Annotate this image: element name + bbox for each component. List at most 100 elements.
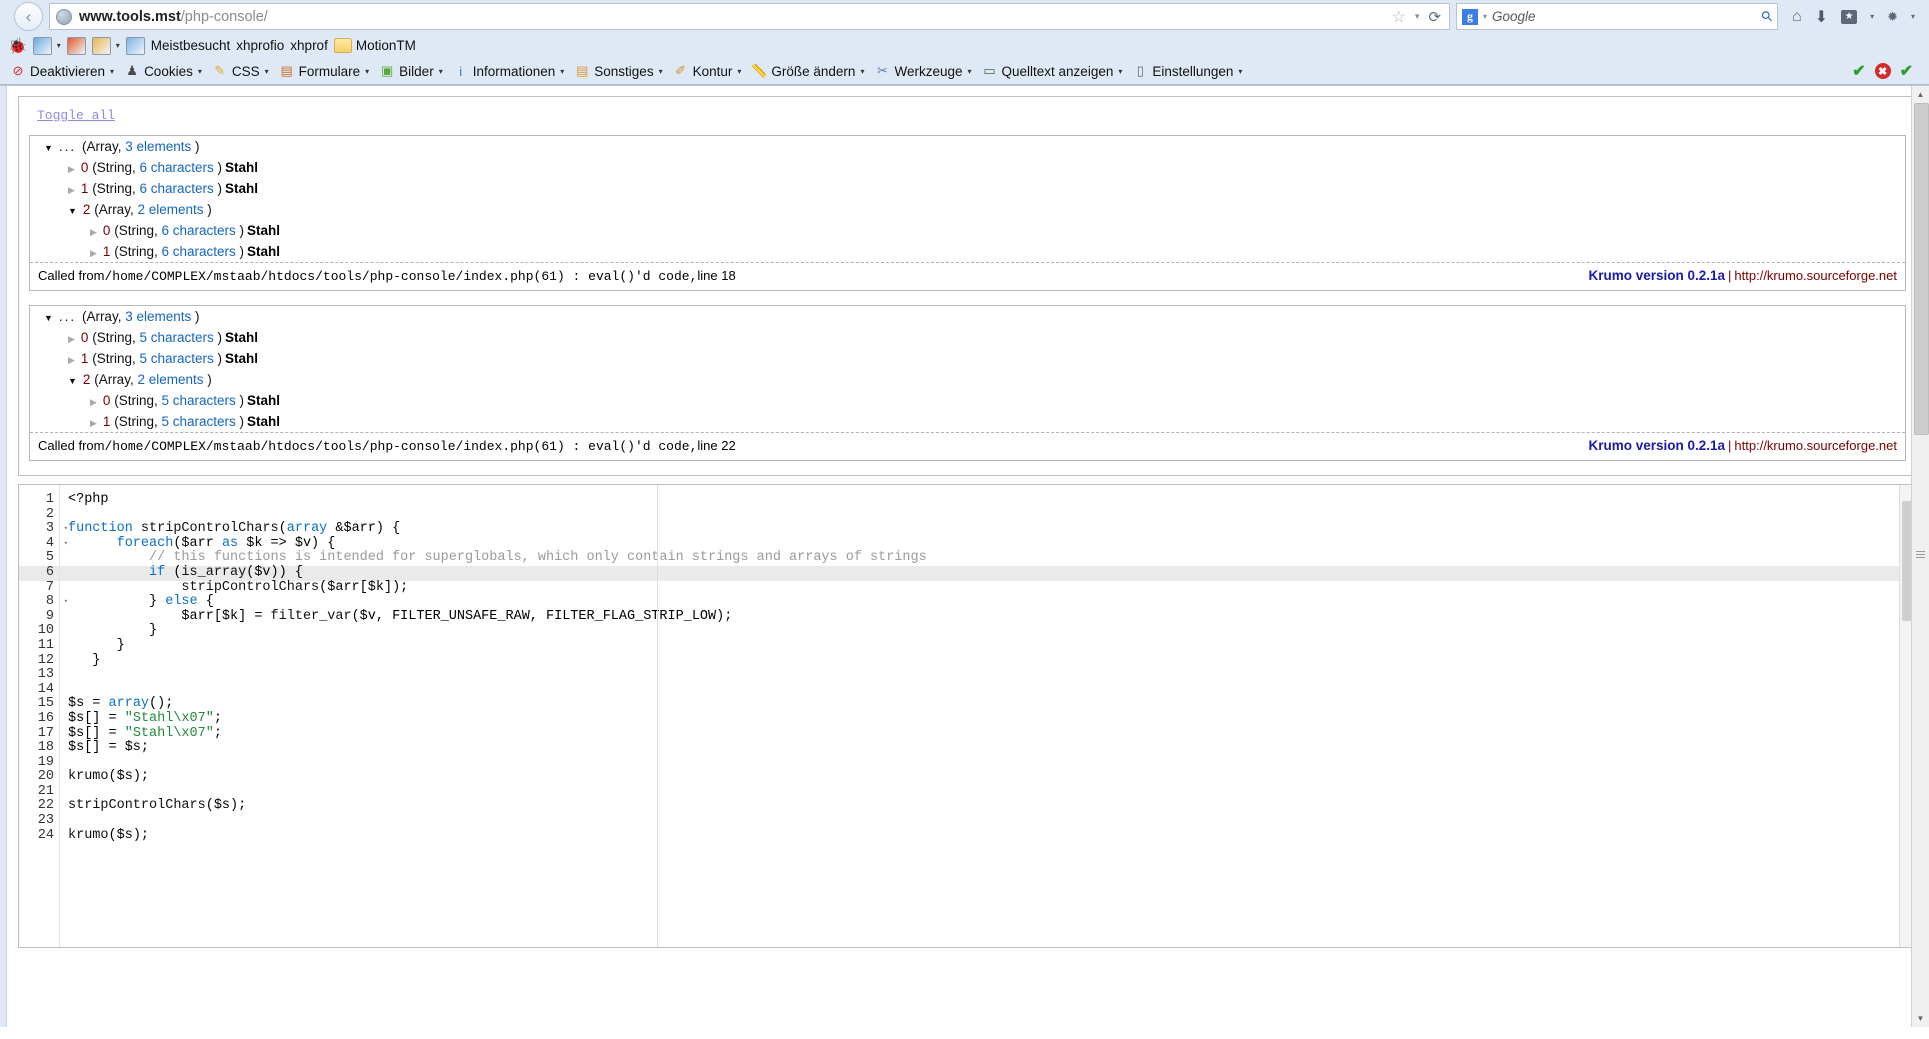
triangle-open-icon[interactable]: ▼ <box>44 143 53 153</box>
krumo-node[interactable]: ▶ 0 (String, 5 characters ) Stahl <box>30 327 1905 348</box>
chevron-down-icon[interactable]: ▾ <box>1415 12 1420 21</box>
page-scrollbar[interactable]: ▲ ▼ <box>1911 86 1929 1027</box>
triangle-closed-icon[interactable]: ▶ <box>68 334 75 345</box>
triangle-closed-icon[interactable]: ▶ <box>90 397 97 408</box>
code-line[interactable]: krumo($s); <box>60 769 1916 785</box>
code-line[interactable]: stripControlChars($arr[$k]); <box>60 580 1916 596</box>
krumo-url[interactable]: http://krumo.sourceforge.net <box>1734 268 1897 283</box>
krumo-url[interactable]: http://krumo.sourceforge.net <box>1734 438 1897 453</box>
code-line[interactable]: function stripControlChars(array &$arr) … <box>60 521 1916 537</box>
devbar-images[interactable]: ▣ Bilder ▾ <box>375 63 447 79</box>
triangle-closed-icon[interactable]: ▶ <box>90 227 97 238</box>
code-line[interactable]: } else { <box>60 594 1916 610</box>
html-valid-icon[interactable]: ✔ <box>1852 61 1865 81</box>
chevron-down-icon[interactable]: ▾ <box>116 41 120 50</box>
chevron-down-icon[interactable]: ▾ <box>110 67 114 76</box>
editor-code-area[interactable]: <?php function stripControlChars(array &… <box>60 485 1916 947</box>
krumo-node[interactable]: ▼ 2 (Array, 2 elements ) <box>30 199 1905 220</box>
code-line[interactable]: stripControlChars($s); <box>60 799 1916 814</box>
bookmark-item-motiontm[interactable]: MotionTM <box>333 38 416 53</box>
triangle-open-icon[interactable]: ▼ <box>68 206 77 216</box>
chevron-down-icon[interactable]: ▾ <box>659 67 663 76</box>
chevron-down-icon[interactable]: ▾ <box>365 67 369 76</box>
search-input-placeholder[interactable]: Google <box>1492 9 1536 24</box>
code-line[interactable] <box>60 668 1916 683</box>
devbar-disable[interactable]: ⊘ Deaktivieren ▾ <box>6 63 118 79</box>
download-icon[interactable]: ⬇ <box>1815 7 1828 27</box>
code-line[interactable]: krumo($s); <box>60 828 1916 844</box>
triangle-open-icon[interactable]: ▼ <box>44 313 53 323</box>
devbar-info[interactable]: i Informationen ▾ <box>449 63 569 79</box>
code-line[interactable]: <?php <box>60 492 1916 508</box>
code-line[interactable]: foreach($arr as $k => $v) { <box>60 536 1916 552</box>
home-icon[interactable]: ⌂ <box>1792 8 1802 26</box>
scroll-down-arrow-icon[interactable]: ▼ <box>1912 1010 1929 1027</box>
reload-icon[interactable]: ⟳ <box>1428 8 1441 26</box>
krumo-node[interactable]: ▶ 0 (String, 6 characters ) Stahl <box>30 157 1905 178</box>
addon-chevron-icon[interactable]: ▾ <box>1911 12 1915 21</box>
devbar-css[interactable]: ✎ CSS ▾ <box>208 63 273 79</box>
code-line[interactable]: $s[] = "Stahl\x07"; <box>60 711 1916 727</box>
devbar-settings[interactable]: ▯ Einstellungen ▾ <box>1128 63 1246 79</box>
code-line[interactable]: if (is_array($v)) { <box>60 565 1916 581</box>
triangle-closed-icon[interactable]: ▶ <box>68 164 75 175</box>
chevron-down-icon[interactable]: ▾ <box>1238 67 1242 76</box>
bookmark-item-table-icon[interactable]: ▾ <box>91 36 120 55</box>
krumo-version-link[interactable]: Krumo version 0.2.1a | http://krumo.source… <box>1588 438 1897 453</box>
bookmark-star-icon[interactable]: ☆ <box>1392 7 1406 27</box>
krumo-node[interactable]: ▶ 0 (String, 6 characters ) Stahl <box>30 220 1905 241</box>
krumo-node[interactable]: ▼... (Array, 3 elements ) <box>30 306 1905 327</box>
krumo-node[interactable]: ▶ 1 (String, 6 characters ) Stahl <box>30 241 1905 262</box>
chevron-down-icon[interactable]: ▾ <box>1118 67 1122 76</box>
devbar-cookie[interactable]: ♟ Cookies ▾ <box>120 63 206 79</box>
code-line[interactable]: $s[] = $s; <box>60 740 1916 756</box>
devbar-outline[interactable]: ✐ Kontur ▾ <box>669 63 746 79</box>
krumo-node[interactable]: ▶ 1 (String, 5 characters ) Stahl <box>30 411 1905 432</box>
code-line[interactable]: $s[] = "Stahl\x07"; <box>60 726 1916 742</box>
code-line[interactable] <box>60 785 1916 800</box>
search-icon[interactable]: ⚲ <box>1757 7 1776 26</box>
code-editor[interactable]: 123▾4▾56▾78▾9101112131415161718192021222… <box>18 484 1917 948</box>
code-line[interactable] <box>60 814 1916 829</box>
search-bar[interactable]: g ▾ Google ⚲ <box>1455 3 1778 30</box>
chevron-down-icon[interactable]: ▾ <box>560 67 564 76</box>
bookmark-item-meistbesucht[interactable]: Meistbesucht <box>151 38 231 53</box>
devbar-forms[interactable]: ▤ Formulare ▾ <box>275 63 374 79</box>
chevron-down-icon[interactable]: ▾ <box>860 67 864 76</box>
chevron-down-icon[interactable]: ▾ <box>57 41 61 50</box>
code-line[interactable] <box>60 756 1916 771</box>
devbar-resize[interactable]: 📏 Größe ändern ▾ <box>747 63 868 79</box>
code-line[interactable]: // this functions is intended for superg… <box>60 551 1916 566</box>
krumo-node[interactable]: ▶ 1 (String, 5 characters ) Stahl <box>30 348 1905 369</box>
code-line[interactable] <box>60 683 1916 698</box>
bookmark-item-inspect-icon[interactable] <box>125 36 145 55</box>
chevron-down-icon[interactable]: ▾ <box>737 67 741 76</box>
krumo-node[interactable]: ▼ 2 (Array, 2 elements ) <box>30 369 1905 390</box>
back-button[interactable]: ‹ <box>14 2 43 31</box>
bookmarks-chevron-icon[interactable]: ▾ <box>1870 12 1874 21</box>
krumo-node[interactable]: ▼... (Array, 3 elements ) <box>30 136 1905 157</box>
code-line[interactable] <box>60 508 1916 523</box>
search-engine-chevron-icon[interactable]: ▾ <box>1483 12 1487 21</box>
chevron-down-icon[interactable]: ▾ <box>198 67 202 76</box>
chevron-down-icon[interactable]: ▾ <box>265 67 269 76</box>
bookmark-item-xhprof[interactable]: xhprof <box>290 38 328 53</box>
toggle-all-link[interactable]: Toggle all <box>37 108 115 123</box>
bookmarks-icon[interactable]: ★ <box>1841 9 1858 24</box>
code-line[interactable]: } <box>60 653 1916 669</box>
chevron-down-icon[interactable]: ▾ <box>968 67 972 76</box>
devbar-source[interactable]: ▭ Quelltext anzeigen ▾ <box>978 63 1127 79</box>
css-valid-icon[interactable]: ✔ <box>1900 61 1913 81</box>
bookmark-item-image-icon[interactable]: ▾ <box>32 36 61 55</box>
code-line[interactable]: } <box>60 638 1916 654</box>
addon-icon[interactable]: ✹ <box>1887 10 1898 23</box>
chevron-down-icon[interactable]: ▾ <box>439 67 443 76</box>
triangle-closed-icon[interactable]: ▶ <box>68 355 75 366</box>
krumo-version-link[interactable]: Krumo version 0.2.1a | http://krumo.source… <box>1588 268 1897 283</box>
page-scrollbar-thumb[interactable] <box>1914 103 1929 435</box>
triangle-closed-icon[interactable]: ▶ <box>90 418 97 429</box>
code-line[interactable]: $s = array(); <box>60 697 1916 712</box>
bookmark-item-xhprofio[interactable]: xhprofio <box>236 38 284 53</box>
error-count-icon[interactable]: ✖ <box>1874 63 1891 79</box>
devbar-tools[interactable]: ✂ Werkzeuge ▾ <box>870 63 975 79</box>
